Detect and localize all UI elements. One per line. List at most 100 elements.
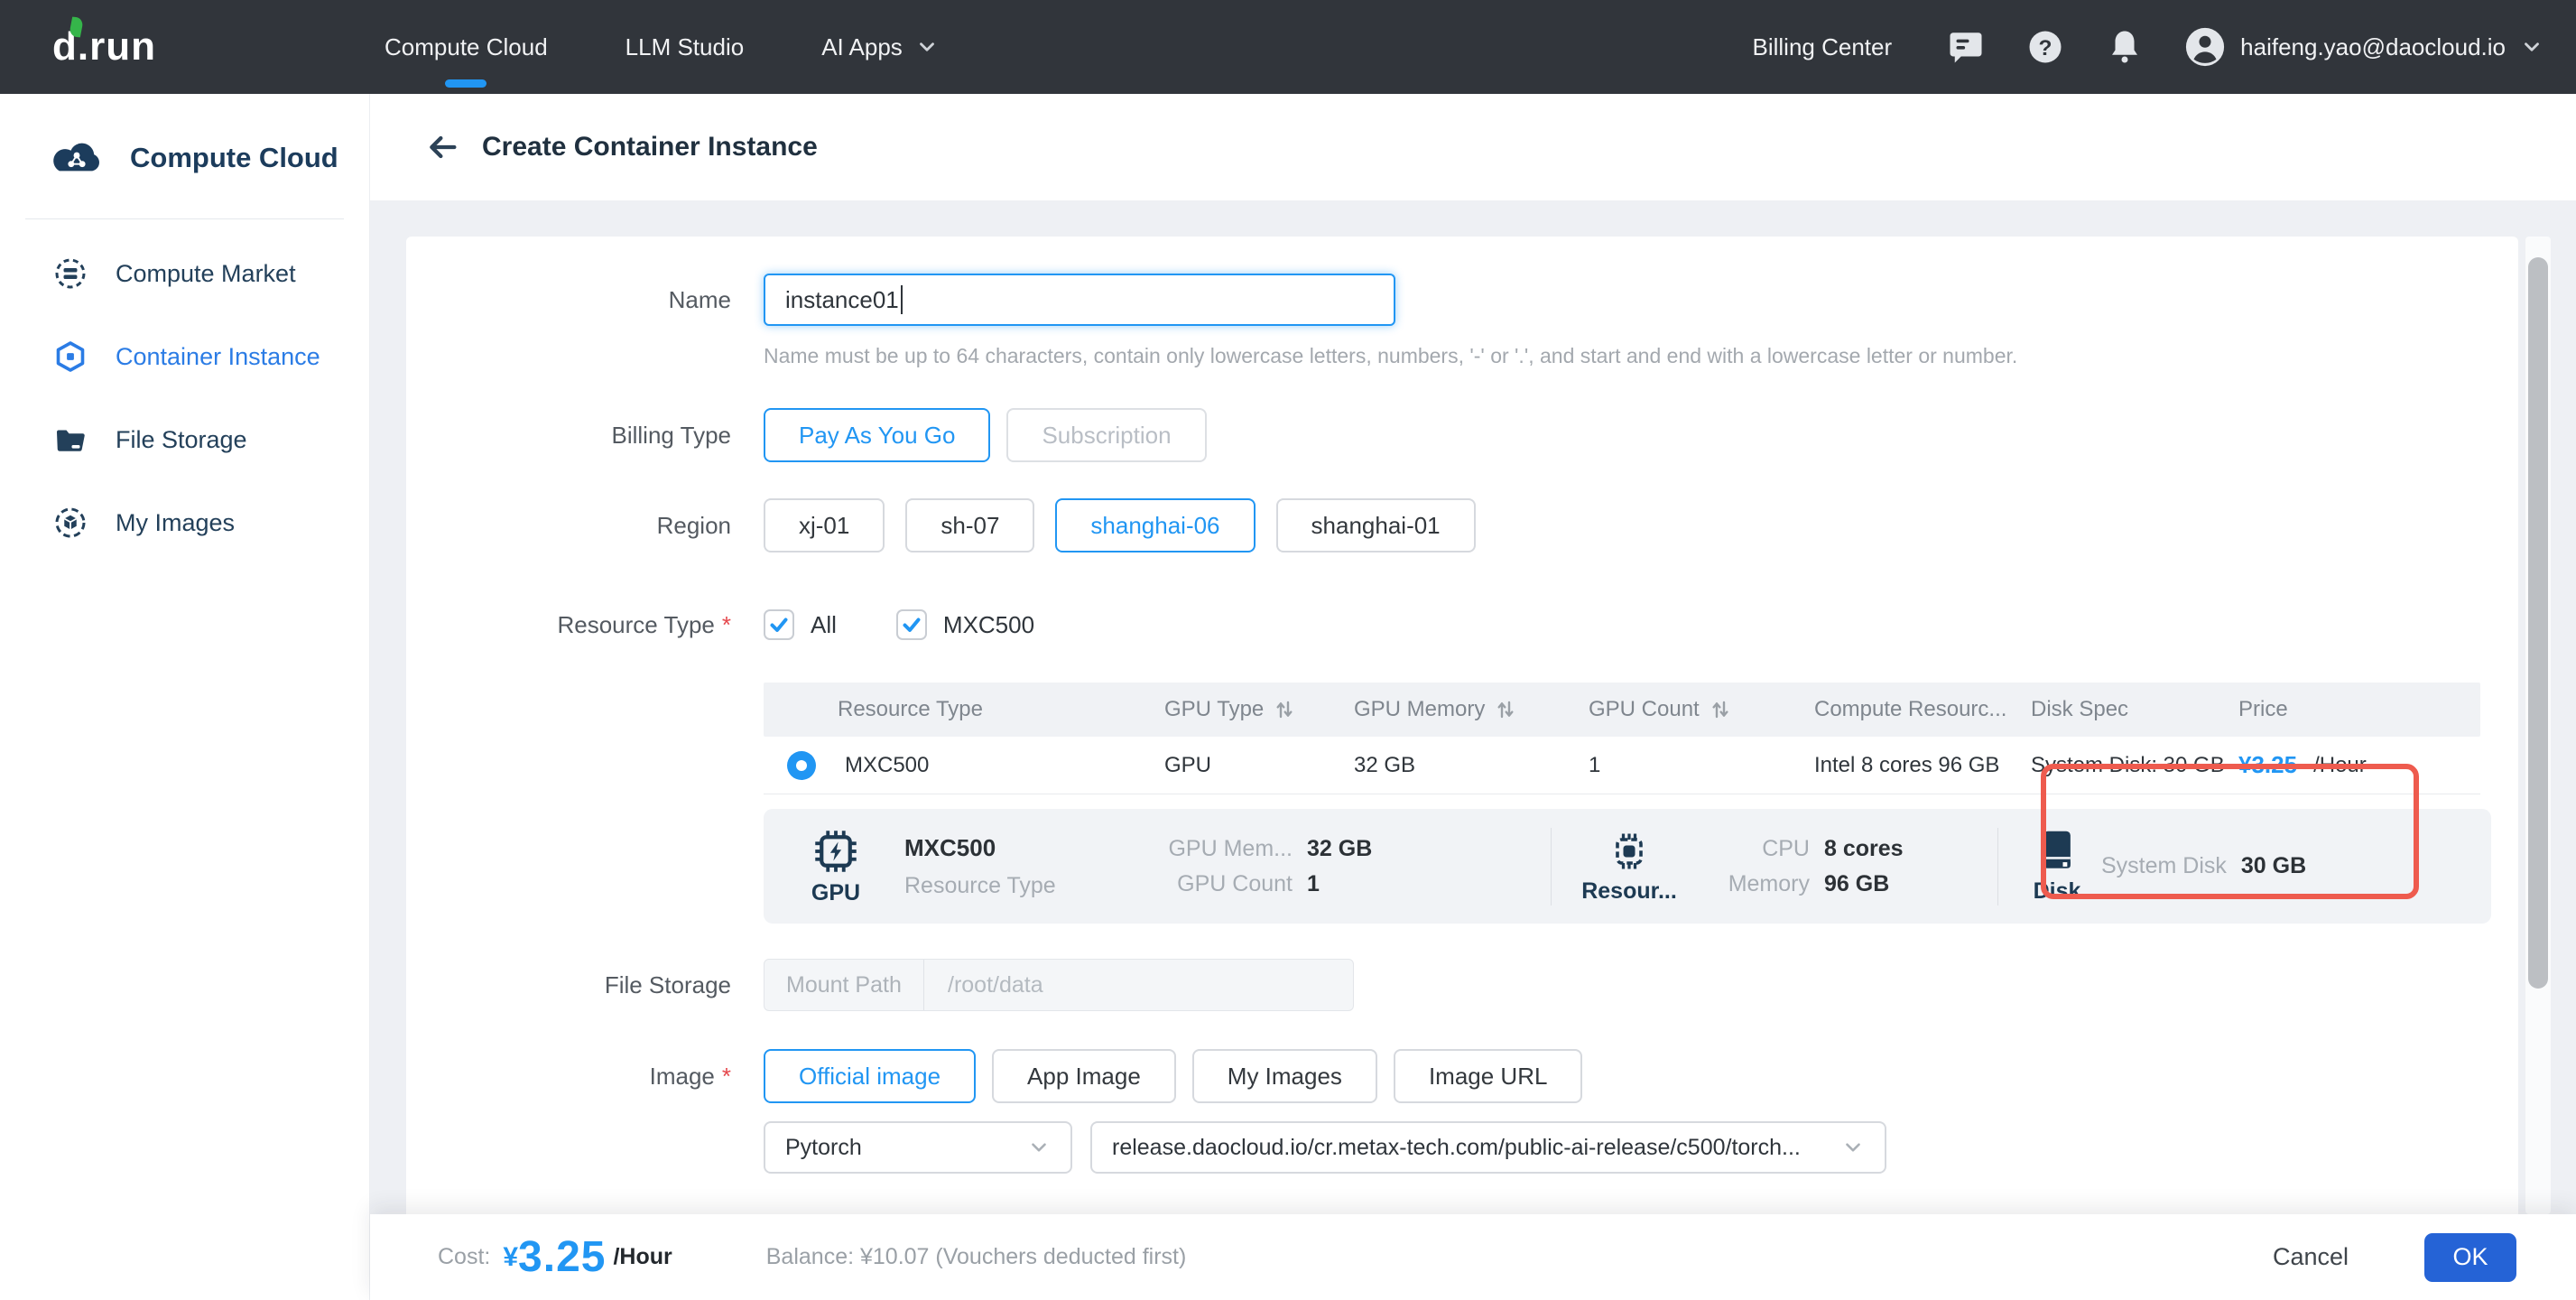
image-option-url[interactable]: Image URL [1394,1049,1583,1103]
checkbox-all[interactable] [764,609,794,640]
region-option-sh07[interactable]: sh-07 [905,498,1034,552]
resource-type-label: Resource Type* [406,611,731,639]
cost-value: 3.25 [518,1232,606,1282]
disk-icon [2037,828,2077,875]
cell-gpu-type: GPU [1164,753,1354,778]
name-hint: Name must be up to 64 characters, contai… [764,344,2518,368]
sidebar-item-label: My Images [116,509,235,537]
name-label: Name [406,274,731,314]
user-menu[interactable]: haifeng.yao@daocloud.io [2184,26,2544,68]
table-row-mxc500[interactable]: MXC500 GPU 32 GB 1 Intel 8 cores 96 GB S… [764,737,2480,794]
image-option-my-images[interactable]: My Images [1192,1049,1377,1103]
sidebar-item-file-storage[interactable]: File Storage [0,398,369,481]
billing-type-row: Billing Type Pay As You Go Subscription [406,408,2518,462]
region-option-xj01[interactable]: xj-01 [764,498,885,552]
sidebar-item-my-images[interactable]: My Images [0,481,369,564]
main-content: Name instance01 Name must be up to 64 ch… [370,200,2576,1214]
sidebar-header: Compute Cloud [0,94,369,218]
image-option-official[interactable]: Official image [764,1049,976,1103]
col-gpu-memory[interactable]: GPU Memory [1354,697,1589,722]
billing-type-label: Billing Type [406,422,731,450]
mount-path-placeholder: /root/data [924,972,1043,998]
name-row: Name instance01 Name must be up to 64 ch… [406,274,2518,368]
billing-option-subscription[interactable]: Subscription [1006,408,1206,462]
image-option-app[interactable]: App Image [992,1049,1176,1103]
nav-item-llm-studio[interactable]: LLM Studio [625,0,745,94]
cell-disk-spec: System Disk: 30 GB [2031,753,2238,778]
nav-item-ai-apps[interactable]: AI Apps [821,0,939,94]
arrow-left-icon [424,129,460,165]
gpu-mem-label: GPU Mem... [1166,836,1293,862]
checkbox-mxc500-label: MXC500 [943,611,1034,639]
scrollbar-thumb[interactable] [2528,257,2548,989]
cost-currency: ¥ [503,1242,518,1273]
back-button[interactable] [422,127,462,167]
nav-label: AI Apps [821,33,903,61]
cost-label: Cost: [438,1244,490,1270]
form-card: Name instance01 Name must be up to 64 ch… [406,237,2518,1214]
avatar-icon [2184,26,2226,68]
messages-button[interactable] [1946,27,1986,67]
sidebar-item-label: Container Instance [116,343,320,371]
col-label: GPU Count [1589,697,1700,722]
col-gpu-count[interactable]: GPU Count [1589,697,1814,722]
framework-select[interactable]: Pytorch [764,1121,1072,1174]
notifications-button[interactable] [2105,27,2145,67]
active-tab-indicator [445,79,486,88]
billing-option-payg[interactable]: Pay As You Go [764,408,990,462]
sort-icon [1496,699,1515,720]
row-radio-selected[interactable] [787,751,816,780]
sort-icon [1710,699,1730,720]
registry-select[interactable]: release.daocloud.io/cr.metax-tech.com/pu… [1090,1121,1886,1174]
memory-label: Memory [1710,871,1810,897]
col-disk-spec: Disk Spec [2031,697,2238,722]
cancel-button[interactable]: Cancel [2273,1243,2349,1271]
billing-center-link[interactable]: Billing Center [1753,33,1893,61]
region-option-shanghai06[interactable]: shanghai-06 [1055,498,1255,552]
name-input[interactable]: instance01 [764,274,1395,326]
col-label: GPU Memory [1354,697,1485,722]
region-option-shanghai01[interactable]: shanghai-01 [1276,498,1476,552]
topbar-right: Billing Center ? haifeng.yao@daocloud.io [1753,26,2544,68]
col-gpu-type[interactable]: GPU Type [1164,697,1354,722]
price-currency: ¥ [2238,751,2251,778]
cell-price: ¥3.25 /Hour [2238,751,2480,779]
chevron-down-icon [1841,1136,1865,1159]
price-value: 3.25 [2251,751,2297,778]
svg-text:?: ? [2039,36,2052,60]
cell-resource-type: MXC500 [845,753,929,778]
price-unit: /Hour [2313,753,2367,778]
vertical-scrollbar[interactable] [2525,237,2551,1214]
nav-label: Compute Cloud [385,33,548,61]
gpu-chip-icon [811,826,861,877]
checkbox-all-label: All [811,611,837,639]
resource-detail-panel: GPU MXC500 Resource Type GPU Mem...32 GB… [764,809,2491,924]
sidebar-item-compute-market[interactable]: Compute Market [0,232,369,315]
checkbox-mxc500[interactable] [896,609,927,640]
image-row: Image* Official image App Image My Image… [406,1049,2518,1103]
page-title: Create Container Instance [482,132,818,162]
nav-item-compute-cloud[interactable]: Compute Cloud [385,0,548,94]
ok-button[interactable]: OK [2424,1233,2516,1282]
check-icon [901,614,922,636]
help-button[interactable]: ? [2025,27,2065,67]
drun-logo[interactable]: d.run [52,24,215,70]
gpu-count-value: 1 [1307,871,1320,897]
compute-market-icon [54,257,87,290]
chat-icon [1947,28,1985,66]
compute-cloud-icon [49,137,105,179]
image-label-text: Image [650,1063,715,1090]
bell-icon [2106,28,2144,66]
folder-icon [54,423,87,456]
cell-gpu-count: 1 [1589,753,1814,778]
file-storage-label: File Storage [406,971,731,999]
col-label: GPU Type [1164,697,1264,722]
col-resource-type: Resource Type [764,697,1164,722]
col-price: Price [2238,697,2480,722]
cost-unit: /Hour [613,1244,672,1270]
mount-path-input[interactable]: Mount Path /root/data [764,959,1354,1011]
text-caret [901,285,903,314]
mount-path-prefix: Mount Path [764,960,924,1010]
sidebar-item-container-instance[interactable]: Container Instance [0,315,369,398]
table-header: Resource Type GPU Type GPU Memory GPU Co… [764,682,2480,737]
